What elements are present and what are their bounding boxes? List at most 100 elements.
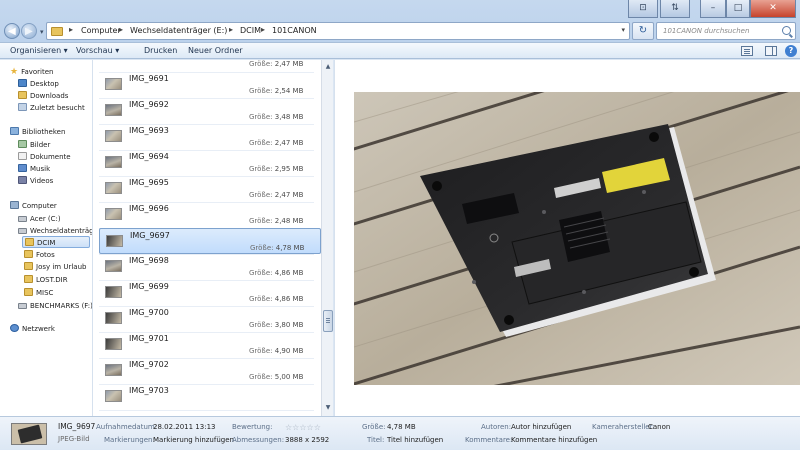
- star-icon[interactable]: ☆: [299, 423, 306, 432]
- file-row[interactable]: IMG_9697 Größe: 4,78 MB: [99, 228, 321, 254]
- nav-misc[interactable]: MISC: [24, 287, 53, 299]
- preview-menu[interactable]: Vorschau ▾: [76, 46, 119, 55]
- nav-label: Fotos: [36, 251, 55, 259]
- file-row[interactable]: IMG_9700 Größe: 3,80 MB: [99, 306, 321, 332]
- search-icon[interactable]: [782, 26, 791, 35]
- nav-computer[interactable]: Computer: [10, 200, 57, 212]
- breadcrumb-101canon[interactable]: 101CANON: [272, 26, 317, 35]
- organize-menu[interactable]: Organisieren ▾: [10, 46, 68, 55]
- help-icon[interactable]: ?: [785, 45, 797, 57]
- nav-desktop[interactable]: Desktop: [18, 78, 59, 90]
- date-label: Aufnahmedatum:: [96, 423, 158, 431]
- file-name: IMG_9698: [129, 256, 169, 265]
- downloads-folder-icon: [18, 91, 27, 99]
- snap-layout-icon[interactable]: ⊡: [628, 0, 658, 18]
- date-value[interactable]: 28.02.2011 13:13: [153, 423, 215, 431]
- nav-label: Dokumente: [30, 153, 71, 161]
- nav-label: Desktop: [30, 80, 59, 88]
- address-bar[interactable]: ▸ Computer ▸ Wechseldatenträger (E:) ▸ D…: [46, 22, 630, 40]
- image-thumbnail-icon: [105, 208, 122, 220]
- command-bar: Organisieren ▾ Vorschau ▾ Drucken Neuer …: [0, 42, 800, 59]
- nav-label: Bibliotheken: [22, 128, 66, 136]
- title-label: Titel:: [367, 436, 385, 444]
- image-thumbnail-icon: [105, 130, 122, 142]
- dimensions-value: 3888 x 2592: [285, 436, 330, 444]
- folder-icon: [24, 250, 33, 258]
- print-button[interactable]: Drucken: [144, 46, 177, 55]
- nav-videos[interactable]: Videos: [18, 175, 53, 187]
- chevron-right-icon[interactable]: ▸: [261, 25, 265, 34]
- tags-value[interactable]: Markierung hinzufügen: [153, 436, 234, 444]
- nav-documents[interactable]: Dokumente: [18, 151, 71, 163]
- rating-stars[interactable]: ☆☆☆☆☆: [285, 423, 321, 432]
- file-size: Größe: 3,48 MB: [249, 113, 303, 121]
- refresh-button[interactable]: ↻: [632, 22, 654, 40]
- file-name: IMG_9699: [129, 282, 169, 291]
- minimize-button[interactable]: –: [700, 0, 726, 18]
- scroll-down-icon[interactable]: ▼: [323, 403, 333, 413]
- scroll-up-icon[interactable]: ▲: [323, 62, 333, 72]
- file-row[interactable]: IMG_9695 Größe: 2,47 MB: [99, 176, 321, 202]
- image-thumbnail-icon: [105, 260, 122, 272]
- recent-pages-dropdown[interactable]: ▾: [40, 28, 44, 36]
- search-box[interactable]: [656, 22, 796, 40]
- nav-label: Zuletzt besucht: [30, 104, 85, 112]
- chevron-right-icon[interactable]: ▸: [229, 25, 233, 34]
- star-icon[interactable]: ☆: [314, 423, 321, 432]
- size-label: Größe:: [249, 373, 273, 381]
- size-value: 2,48 MB: [274, 217, 304, 225]
- nav-network[interactable]: Netzwerk: [10, 323, 55, 335]
- address-history-dropdown[interactable]: ▾: [621, 26, 625, 34]
- change-view-icon[interactable]: [741, 46, 753, 56]
- star-icon[interactable]: ☆: [307, 423, 314, 432]
- nav-label: Acer (C:): [30, 215, 61, 223]
- nav-music[interactable]: Musik: [18, 163, 50, 175]
- preview-pane-icon[interactable]: [765, 46, 777, 56]
- breadcrumb-computer[interactable]: Computer: [81, 26, 121, 35]
- maximize-button[interactable]: □: [726, 0, 750, 18]
- file-list-scrollbar[interactable]: ▲ ▼: [321, 60, 333, 416]
- nav-label: Videos: [30, 177, 54, 185]
- authors-value[interactable]: Autor hinzufügen: [511, 423, 571, 431]
- back-button[interactable]: ◀: [4, 23, 20, 39]
- scroll-thumb[interactable]: [323, 310, 333, 332]
- nav-dcim[interactable]: DCIM: [22, 236, 90, 248]
- forward-button[interactable]: ▶: [21, 23, 37, 39]
- file-row[interactable]: IMG_9703: [99, 384, 321, 410]
- breadcrumb-drive-e[interactable]: Wechseldatenträger (E:): [130, 26, 227, 35]
- arrange-icon[interactable]: ⇅: [660, 0, 690, 18]
- nav-drive-c[interactable]: Acer (C:): [18, 213, 61, 225]
- size-label: Größe:: [250, 244, 274, 252]
- file-row[interactable]: IMG_9702 Größe: 5,00 MB: [99, 358, 321, 384]
- file-row[interactable]: IMG_9699 Größe: 4,86 MB: [99, 280, 321, 306]
- size-value: 5,00 MB: [274, 373, 304, 381]
- file-row[interactable]: IMG_9698 Größe: 4,86 MB: [99, 254, 321, 280]
- nav-downloads[interactable]: Downloads: [18, 90, 68, 102]
- nav-recent[interactable]: Zuletzt besucht: [18, 102, 85, 114]
- nav-fotos[interactable]: Fotos: [24, 249, 55, 261]
- nav-label: Bilder: [30, 141, 51, 149]
- search-input[interactable]: [657, 23, 777, 39]
- file-size: Größe: 4,78 MB: [250, 244, 304, 252]
- nav-pictures[interactable]: Bilder: [18, 139, 50, 151]
- new-folder-button[interactable]: Neuer Ordner: [188, 46, 243, 55]
- nav-favorites[interactable]: ★ Favoriten: [10, 66, 54, 78]
- file-row[interactable]: IMG_9694 Größe: 2,95 MB: [99, 150, 321, 176]
- chevron-right-icon[interactable]: ▸: [69, 25, 73, 34]
- file-row[interactable]: IMG_9693 Größe: 2,47 MB: [99, 124, 321, 150]
- nav-libraries[interactable]: Bibliotheken: [10, 126, 65, 138]
- breadcrumb-dcim[interactable]: DCIM: [240, 26, 261, 35]
- file-row[interactable]: IMG_9692 Größe: 3,48 MB: [99, 98, 321, 124]
- nav-urlaub[interactable]: Josy im Urlaub: [24, 261, 86, 273]
- nav-drive-f[interactable]: BENCHMARKS (F:): [18, 300, 92, 312]
- nav-lostdir[interactable]: LOST.DIR: [24, 274, 68, 286]
- image-thumbnail-icon: [105, 104, 122, 116]
- close-button[interactable]: ✕: [750, 0, 796, 18]
- file-row[interactable]: IMG_9701 Größe: 4,90 MB: [99, 332, 321, 358]
- title-value[interactable]: Titel hinzufügen: [387, 436, 443, 444]
- file-row[interactable]: IMG_9696 Größe: 2,48 MB: [99, 202, 321, 228]
- dimensions-label: Abmessungen:: [232, 436, 285, 444]
- file-row[interactable]: IMG_9691 Größe: 2,54 MB: [99, 72, 321, 98]
- chevron-right-icon[interactable]: ▸: [119, 25, 123, 34]
- comments-value[interactable]: Kommentare hinzufügen: [511, 436, 597, 444]
